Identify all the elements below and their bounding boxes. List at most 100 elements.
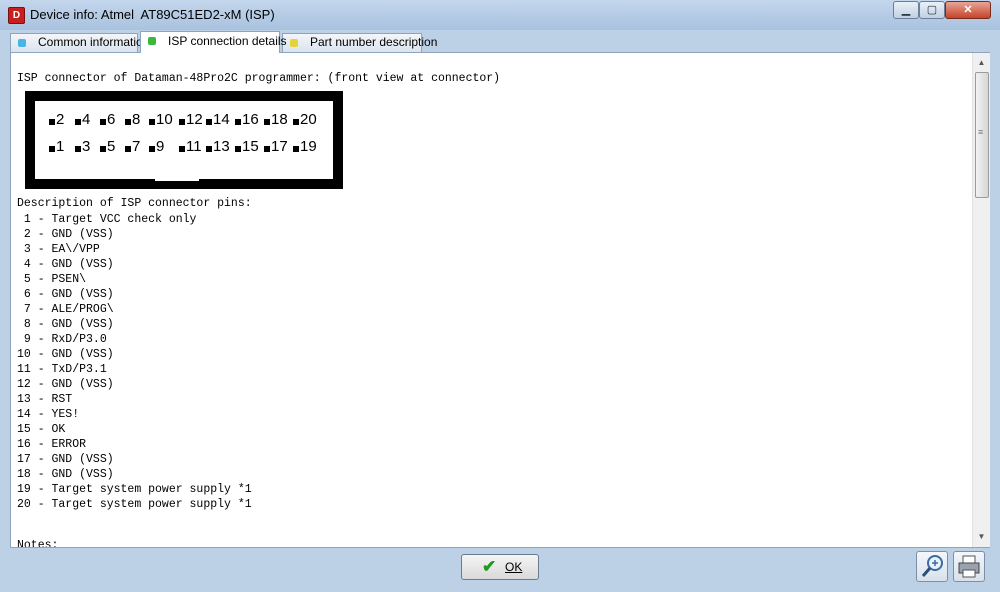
zoom-icon xyxy=(921,555,943,577)
pin-description-line: 5 - PSEN\ xyxy=(17,273,87,286)
content-area[interactable]: ISP connector of Dataman-48Pro2C program… xyxy=(11,53,971,547)
pin-number: 16 xyxy=(242,111,259,128)
notes-section: Notes: *1 Programmer can provide a power… xyxy=(17,512,452,547)
pin-number: 18 xyxy=(271,111,288,128)
pin-number: 20 xyxy=(300,111,317,128)
tab-info-icon xyxy=(18,39,26,47)
pin-marker-icon xyxy=(75,119,81,125)
pin-number: 6 xyxy=(107,111,116,128)
pin-number: 9 xyxy=(156,138,165,155)
pin-number: 11 xyxy=(186,138,202,155)
connector-pin: 8 xyxy=(125,111,140,129)
pin-number: 14 xyxy=(213,111,230,128)
title-bar[interactable]: D Device info: Atmel AT89C51ED2-xM (ISP)… xyxy=(0,0,1000,30)
connector-pin: 2 xyxy=(49,111,64,129)
pin-description-line: 12 - GND (VSS) xyxy=(17,378,114,391)
ok-button[interactable]: ✔ OK xyxy=(461,554,539,580)
pin-number: 10 xyxy=(156,111,173,128)
isp-connector-diagram: 2 4 6 8 10 12 14 16 18 20 1 3 5 7 9 11 13 15 17 19 xyxy=(25,91,343,189)
minimize-icon: ▁ xyxy=(901,4,911,16)
ok-label: OK xyxy=(505,560,523,574)
maximize-button[interactable]: ▢ xyxy=(919,1,945,19)
tab-label: Common information xyxy=(38,35,150,49)
device-info-window: D Device info: Atmel AT89C51ED2-xM (ISP)… xyxy=(0,0,1000,592)
pin-number: 3 xyxy=(82,138,91,155)
scroll-up-icon[interactable]: ▲ xyxy=(974,55,989,71)
tab-label: Part number description xyxy=(310,35,438,49)
scrollbar-thumb[interactable]: ≡ xyxy=(975,72,989,198)
pin-number: 7 xyxy=(132,138,141,155)
pin-marker-icon xyxy=(49,146,55,152)
connector-pin: 18 xyxy=(264,111,288,129)
pin-description-line: 13 - RST xyxy=(17,393,73,406)
pin-description-header: Description of ISP connector pins: xyxy=(17,197,252,210)
tab-common-information[interactable]: Common information xyxy=(10,33,149,52)
grip-icon: ≡ xyxy=(978,127,984,137)
checkmark-icon: ✔ xyxy=(482,557,497,576)
pin-number: 12 xyxy=(186,111,203,128)
isp-details-panel: ISP connector of Dataman-48Pro2C program… xyxy=(10,52,990,548)
connector-pin: 10 xyxy=(149,111,173,129)
pin-description-line: 9 - RxD/P3.0 xyxy=(17,333,107,346)
tab-label: ISP connection details xyxy=(168,34,287,48)
pin-description-line: 6 - GND (VSS) xyxy=(17,288,114,301)
pin-description-line: 3 - EA\/VPP xyxy=(17,243,100,256)
intro-text: ISP connector of Dataman-48Pro2C program… xyxy=(17,72,501,85)
pin-marker-icon xyxy=(235,119,241,125)
pin-description-line: 7 - ALE/PROG\ xyxy=(17,303,114,316)
pin-marker-icon xyxy=(125,146,131,152)
zoom-button[interactable] xyxy=(916,551,948,582)
tab-isp-connection-details[interactable]: ISP connection details xyxy=(140,31,287,53)
tab-isp-icon xyxy=(148,37,156,45)
pin-marker-icon xyxy=(179,146,185,152)
pin-number: 19 xyxy=(300,138,317,155)
pin-description-line: 19 - Target system power supply *1 xyxy=(17,483,252,496)
pin-marker-icon xyxy=(179,119,185,125)
connector-pin: 3 xyxy=(75,138,90,156)
print-button[interactable] xyxy=(953,551,985,582)
pin-description-line: 17 - GND (VSS) xyxy=(17,453,114,466)
connector-pin: 14 xyxy=(206,111,230,129)
pin-marker-icon xyxy=(264,119,270,125)
connector-pin: 4 xyxy=(75,111,90,129)
connector-pin: 16 xyxy=(235,111,259,129)
pin-marker-icon xyxy=(100,119,106,125)
dataman-logo-icon: D xyxy=(8,7,25,24)
pin-description-line: 8 - GND (VSS) xyxy=(17,318,114,331)
pin-marker-icon xyxy=(264,146,270,152)
connector-pin: 15 xyxy=(235,138,259,156)
pin-marker-icon xyxy=(125,119,131,125)
pin-marker-icon xyxy=(293,146,299,152)
pin-marker-icon xyxy=(206,119,212,125)
pin-number: 4 xyxy=(82,111,91,128)
pin-number: 8 xyxy=(132,111,141,128)
connector-pin: 17 xyxy=(264,138,288,156)
minimize-button[interactable]: ▁ xyxy=(893,1,919,19)
pin-marker-icon xyxy=(293,119,299,125)
pin-description-line: 4 - GND (VSS) xyxy=(17,258,114,271)
pin-description-line: 15 - OK xyxy=(17,423,66,436)
connector-pin: 12 xyxy=(179,111,203,129)
pin-marker-icon xyxy=(75,146,81,152)
pin-marker-icon xyxy=(149,146,155,152)
pin-number: 15 xyxy=(242,138,259,155)
vertical-scrollbar[interactable]: ▲ ≡ ▼ xyxy=(972,53,990,547)
connector-pin: 11 xyxy=(179,138,202,156)
printer-icon xyxy=(958,555,980,578)
pin-marker-icon xyxy=(206,146,212,152)
scroll-down-icon[interactable]: ▼ xyxy=(974,529,989,545)
connector-pin: 9 xyxy=(149,138,164,156)
connector-pin: 5 xyxy=(100,138,115,156)
close-button[interactable]: ✕ xyxy=(945,1,991,19)
connector-pin: 19 xyxy=(293,138,317,156)
connector-pin: 20 xyxy=(293,111,317,129)
connector-pin: 6 xyxy=(100,111,115,129)
connector-key-notch xyxy=(155,175,199,181)
window-title: Device info: Atmel AT89C51ED2-xM (ISP) xyxy=(30,7,275,22)
pin-number: 1 xyxy=(56,138,65,155)
tab-part-number-description[interactable]: Part number description xyxy=(282,33,437,52)
pin-description-line: 14 - YES! xyxy=(17,408,80,421)
pin-number: 5 xyxy=(107,138,116,155)
pin-marker-icon xyxy=(235,146,241,152)
pin-description-line: 18 - GND (VSS) xyxy=(17,468,114,481)
